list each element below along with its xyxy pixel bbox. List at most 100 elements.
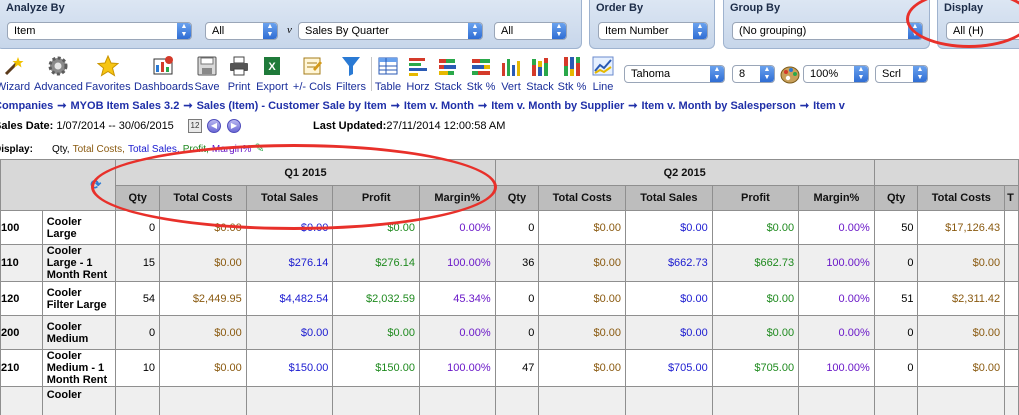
column-header-margin[interactable]: Margin%: [418, 185, 496, 211]
breadcrumb-customer-sale-by-item[interactable]: Sales (Item) - Customer Sale by Item: [197, 100, 387, 112]
cell-total-costs: [917, 386, 1006, 415]
cell-profit: $0.00: [711, 315, 800, 350]
arrow-right-icon: ➞: [57, 100, 67, 112]
cell-total-sales: $276.14: [245, 244, 334, 282]
column-header-total-sales[interactable]: Total Sales: [245, 185, 334, 211]
quarter-header-q1: Q1 2015: [115, 159, 496, 186]
quarter-header-q3: [873, 159, 1019, 186]
column-header-qty[interactable]: Qty: [494, 185, 540, 211]
display-profit[interactable]: Profit,: [183, 144, 209, 155]
cell-total-sales: $0.00: [625, 315, 713, 350]
stacked-percent-vertical-chart-button[interactable]: Stk %: [556, 53, 588, 95]
arrow-right-icon: ➞: [799, 100, 810, 112]
print-button[interactable]: Print: [225, 53, 253, 95]
breadcrumb-item-v-month[interactable]: Item v. Month: [404, 100, 474, 112]
stacked-horizontal-chart-icon: [439, 59, 456, 75]
zoom-select[interactable]: 100% ▲ ▼: [803, 65, 869, 83]
column-header-total-costs[interactable]: Total Costs: [917, 185, 1006, 211]
sales-date-value: 1/07/2014 -- 30/06/2015: [56, 120, 174, 132]
font-size-select[interactable]: 8 ▲ ▼: [732, 65, 775, 83]
group-by-value: (No grouping): [739, 25, 807, 37]
previous-period-icon[interactable]: ◀: [207, 119, 221, 133]
vertical-bar-chart-button[interactable]: Vert: [498, 53, 524, 95]
analyze-by-field-select[interactable]: Item ▲ ▼: [7, 22, 192, 40]
stacked-horizontal-chart-button[interactable]: Stack: [432, 53, 464, 95]
display-qty[interactable]: Qty,: [52, 144, 70, 155]
table-row[interactable]: 100 Cooler Large 0 $0.00 $0.00 $0.00 0.0…: [0, 210, 1019, 245]
cell-total-costs: $0.00: [538, 210, 627, 245]
cell-qty: 15: [115, 244, 161, 282]
display-total-costs[interactable]: Total Costs,: [73, 144, 125, 155]
stacked-vertical-chart-button[interactable]: Stack: [524, 53, 556, 95]
column-header-margin[interactable]: Margin%: [798, 185, 875, 211]
group-by-select[interactable]: (No grouping) ▲ ▼: [732, 22, 923, 40]
column-header-total-costs[interactable]: Total Costs: [159, 185, 247, 211]
column-header-profit[interactable]: Profit: [711, 185, 800, 211]
color-palette-icon[interactable]: [779, 63, 801, 85]
table-row[interactable]: 110 Cooler Large - 1 Month Rent 15 $0.00…: [0, 244, 1019, 282]
cell-margin: 0.00%: [418, 315, 496, 350]
stacked-percent-horizontal-chart-icon: [472, 59, 490, 75]
refresh-icon[interactable]: ⟳: [87, 178, 101, 192]
breadcrumb-item-v-month-by-supplier[interactable]: Item v. Month by Supplier: [491, 100, 624, 112]
column-header-total-sales[interactable]: T: [1004, 185, 1019, 211]
breadcrumb-item-v-month-by-salesperson[interactable]: Item v. Month by Salesperson: [641, 100, 795, 112]
display-select[interactable]: All (H): [946, 22, 1019, 40]
calendar-icon[interactable]: 12: [188, 119, 202, 133]
breadcrumb-item-v-truncated[interactable]: Item v: [813, 100, 845, 112]
edit-pencil-icon[interactable]: ✎: [254, 141, 264, 155]
display-margin[interactable]: Margin%: [212, 144, 251, 155]
dashboards-button[interactable]: Dashboards: [134, 53, 193, 95]
cell-total-sales: [625, 386, 713, 415]
table-row[interactable]: 210 Cooler Medium - 1 Month Rent 10 $0.0…: [0, 349, 1019, 387]
group-by-panel: Group By (No grouping) ▲ ▼: [723, 0, 930, 49]
analyze-versus-select[interactable]: Sales By Quarter ▲ ▼: [298, 22, 483, 40]
analyze-versus-filter-select[interactable]: All ▲ ▼: [494, 22, 567, 40]
column-header-total-costs[interactable]: Total Costs: [538, 185, 627, 211]
stacked-percent-horizontal-chart-button[interactable]: Stk %: [464, 53, 498, 95]
sales-date-label: Sales Date:: [0, 120, 54, 132]
column-header-total-sales[interactable]: Total Sales: [625, 185, 713, 211]
font-select[interactable]: Tahoma ▲ ▼: [624, 65, 725, 83]
column-header-profit[interactable]: Profit: [332, 185, 420, 211]
cell-profit: $662.73: [711, 244, 800, 282]
cell-total-sales: [1004, 210, 1019, 245]
display-total-sales[interactable]: Total Sales,: [128, 144, 180, 155]
export-button[interactable]: X Export: [254, 53, 290, 95]
next-period-icon[interactable]: ▶: [227, 119, 241, 133]
columns-button[interactable]: +/- Cols: [290, 53, 334, 95]
breadcrumb-myob-item-sales[interactable]: MYOB Item Sales 3.2: [71, 100, 180, 112]
quarter-header-q2: Q2 2015: [494, 159, 875, 186]
wizard-button[interactable]: Wizard: [0, 53, 32, 95]
table-row[interactable]: Cooler: [0, 386, 1019, 415]
advanced-button[interactable]: Advanced: [34, 53, 83, 95]
display-label: Display:: [0, 144, 33, 155]
save-button[interactable]: Save: [192, 53, 222, 95]
analyze-by-filter-select[interactable]: All ▲ ▼: [205, 22, 278, 40]
item-description: Cooler Filter Large: [41, 281, 117, 316]
cell-profit: $705.00: [711, 349, 800, 387]
table-row[interactable]: 200 Cooler Medium 0 $0.00 $0.00 $0.00 0.…: [0, 315, 1019, 350]
horizontal-bar-chart-button[interactable]: Horz: [403, 53, 433, 95]
scroll-mode-select[interactable]: Scrl ▲ ▼: [875, 65, 928, 83]
cell-total-sales: $0.00: [625, 210, 713, 245]
cell-total-sales: $662.73: [625, 244, 713, 282]
column-header-qty[interactable]: Qty: [115, 185, 161, 211]
line-chart-button[interactable]: Line: [589, 53, 617, 95]
column-header-qty[interactable]: Qty: [873, 185, 919, 211]
order-by-select[interactable]: Item Number ▲ ▼: [598, 22, 708, 40]
cell-total-costs: $0.00: [538, 315, 627, 350]
cell-margin: 0.00%: [798, 210, 875, 245]
filters-button[interactable]: Filters: [334, 53, 368, 95]
breadcrumb-companies[interactable]: Companies: [0, 100, 53, 112]
cell-total-sales: [245, 386, 334, 415]
cell-total-sales: [1004, 386, 1019, 415]
cell-qty: 0: [494, 210, 540, 245]
sales-table: ⟳ Q1 2015 Q2 2015 Qty Total Costs Total …: [0, 159, 1019, 415]
cell-qty: 50: [873, 210, 919, 245]
table-view-button[interactable]: Table: [373, 53, 403, 95]
cell-qty: [115, 386, 161, 415]
table-row[interactable]: 120 Cooler Filter Large 54 $2,449.95 $4,…: [0, 281, 1019, 316]
sales-date: Sales Date: 1/07/2014 -- 30/06/2015: [0, 120, 174, 132]
favorites-button[interactable]: Favorites: [84, 53, 132, 95]
